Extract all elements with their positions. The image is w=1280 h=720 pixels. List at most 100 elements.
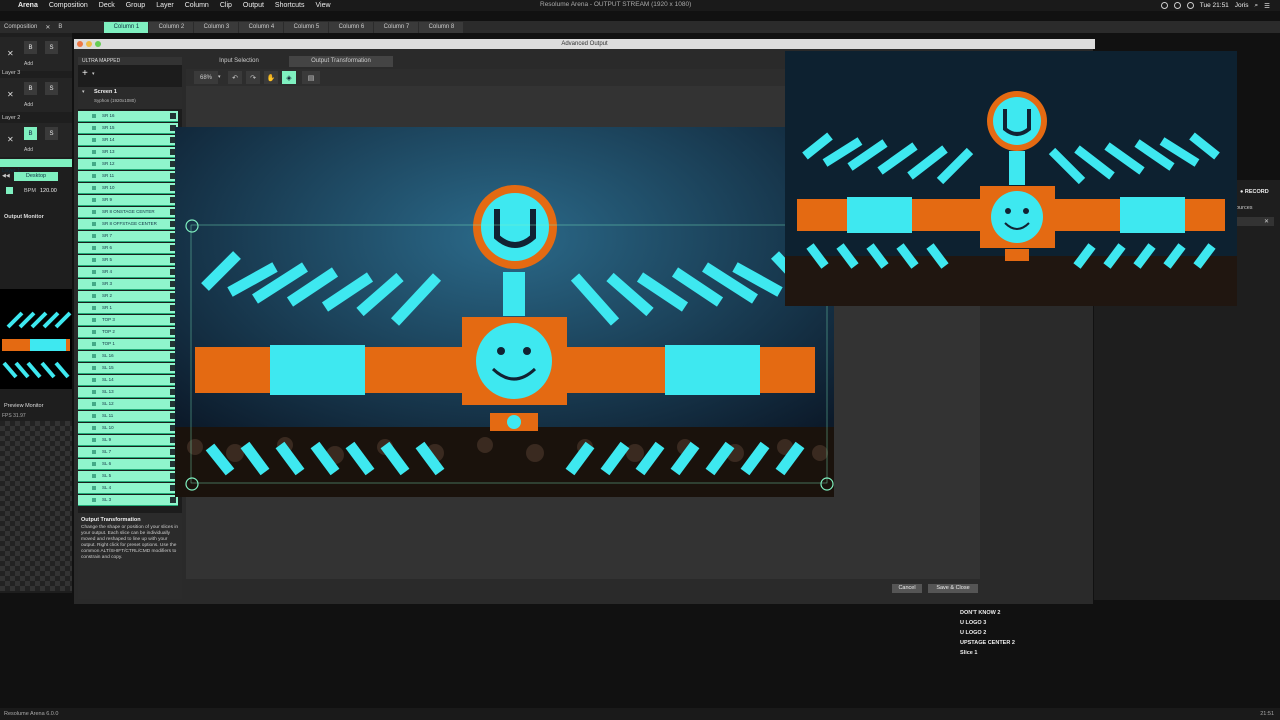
- desktop-clip[interactable]: Desktop: [14, 172, 58, 181]
- slice-visibility-icon[interactable]: [92, 306, 96, 310]
- slice-visibility-icon[interactable]: [92, 150, 96, 154]
- slice-visibility-icon[interactable]: [92, 198, 96, 202]
- search-icon[interactable]: ⌕: [1255, 2, 1259, 10]
- column-5-button[interactable]: Column 5: [284, 21, 329, 33]
- menu-view[interactable]: View: [315, 2, 330, 9]
- layer-bypass-button[interactable]: B: [24, 82, 37, 95]
- layer-solo-button[interactable]: S: [45, 41, 58, 54]
- list-item[interactable]: U LOGO 3: [960, 620, 1090, 630]
- slice-item[interactable]: SR 8 OFFSTAGE CENTER: [78, 219, 178, 230]
- slice-visibility-icon[interactable]: [92, 258, 96, 262]
- slice-item[interactable]: SR 5: [78, 255, 178, 266]
- layer-add-label[interactable]: Add: [24, 102, 33, 108]
- zoom-window-icon[interactable]: [95, 41, 101, 47]
- output-preview-window[interactable]: [785, 51, 1237, 306]
- user-name[interactable]: Joris: [1235, 2, 1249, 9]
- slice-toggle-icon[interactable]: [170, 497, 176, 503]
- slice-item[interactable]: TOP 2: [78, 327, 178, 338]
- layer-1-bar[interactable]: Layer 1: [0, 159, 72, 174]
- slice-visibility-icon[interactable]: [92, 138, 96, 142]
- slice-visibility-icon[interactable]: [92, 354, 96, 358]
- column-3-button[interactable]: Column 3: [194, 21, 239, 33]
- menu-app[interactable]: Arena: [18, 2, 38, 9]
- slice-item[interactable]: SL 4: [78, 483, 178, 494]
- slice-visibility-icon[interactable]: [92, 402, 96, 406]
- list-item[interactable]: U LOGO 2: [960, 630, 1090, 640]
- clock[interactable]: Tue 21:51: [1200, 2, 1229, 9]
- save-close-button[interactable]: Save & Close: [928, 584, 978, 593]
- screen-expand-icon[interactable]: ▾: [82, 89, 85, 95]
- grid-menu-icon[interactable]: ▤: [302, 71, 320, 84]
- slice-visibility-icon[interactable]: [92, 234, 96, 238]
- list-item[interactable]: Slice 1: [960, 650, 1090, 660]
- menu-clip[interactable]: Clip: [220, 2, 232, 9]
- slice-visibility-icon[interactable]: [92, 486, 96, 490]
- slice-item[interactable]: SR 2: [78, 291, 178, 302]
- undo-icon[interactable]: ↶: [228, 71, 242, 84]
- layer-add-label[interactable]: Add: [24, 147, 33, 153]
- battery-icon[interactable]: [1186, 2, 1194, 9]
- slice-item[interactable]: SL 15: [78, 363, 178, 374]
- zoom-select[interactable]: 68%: [194, 71, 218, 84]
- slice-item[interactable]: SR 1: [78, 303, 178, 314]
- slice-item[interactable]: SL 10: [78, 423, 178, 434]
- chevron-down-icon[interactable]: ▾: [92, 71, 95, 77]
- layer-close-button[interactable]: ✕: [7, 90, 14, 99]
- slice-visibility-icon[interactable]: [92, 126, 96, 130]
- slice-item[interactable]: SR 14: [78, 135, 178, 146]
- slice-visibility-icon[interactable]: [92, 270, 96, 274]
- slice-visibility-icon[interactable]: [92, 342, 96, 346]
- close-icon[interactable]: ✕: [1264, 218, 1269, 225]
- slice-item[interactable]: SR 9: [78, 195, 178, 206]
- comp-b-button[interactable]: B: [54, 24, 66, 30]
- menu-layer[interactable]: Layer: [156, 2, 174, 9]
- slice-visibility-icon[interactable]: [92, 390, 96, 394]
- layer-solo-button[interactable]: S: [45, 82, 58, 95]
- slice-item[interactable]: SL 3: [78, 495, 178, 506]
- slice-visibility-icon[interactable]: [92, 210, 96, 214]
- list-item[interactable]: DON'T KNOW 2: [960, 610, 1090, 620]
- layer-solo-button[interactable]: S: [45, 127, 58, 140]
- menu-composition[interactable]: Composition: [49, 2, 88, 9]
- slice-visibility-icon[interactable]: [92, 462, 96, 466]
- slice-item[interactable]: SR 8 ONSTAGE CENTER: [78, 207, 178, 218]
- slice-item[interactable]: SL 6: [78, 459, 178, 470]
- tap-icon[interactable]: [6, 187, 13, 194]
- slice-visibility-icon[interactable]: [92, 162, 96, 166]
- slice-visibility-icon[interactable]: [92, 282, 96, 286]
- slice-item[interactable]: SR 11: [78, 171, 178, 182]
- layer-close-button[interactable]: ✕: [7, 135, 14, 144]
- slice-visibility-icon[interactable]: [92, 378, 96, 382]
- slice-item[interactable]: SL 12: [78, 399, 178, 410]
- slice-item[interactable]: SR 4: [78, 267, 178, 278]
- hand-icon[interactable]: ✋: [264, 71, 278, 84]
- redo-icon[interactable]: ↷: [246, 71, 260, 84]
- close-window-icon[interactable]: [77, 41, 83, 47]
- comp-close-button[interactable]: ✕: [41, 24, 54, 31]
- layer-close-button[interactable]: ✕: [7, 49, 14, 58]
- menu-icon[interactable]: ☰: [1264, 2, 1270, 10]
- chevron-down-icon[interactable]: ▾: [218, 74, 221, 80]
- slice-visibility-icon[interactable]: [92, 438, 96, 442]
- column-6-button[interactable]: Column 6: [329, 21, 374, 33]
- slice-item[interactable]: SR 16: [78, 111, 178, 122]
- column-2-button[interactable]: Column 2: [149, 21, 194, 33]
- layer-add-label[interactable]: Add: [24, 61, 33, 67]
- slice-item[interactable]: SL 9: [78, 435, 178, 446]
- slice-item[interactable]: SL 11: [78, 411, 178, 422]
- slice-item[interactable]: SL 13: [78, 387, 178, 398]
- status-icon[interactable]: [1160, 2, 1168, 9]
- slice-item[interactable]: TOP 3: [78, 315, 178, 326]
- slice-visibility-icon[interactable]: [92, 450, 96, 454]
- slice-item[interactable]: TOP 1: [78, 339, 178, 350]
- transform-tool-icon[interactable]: ◈: [282, 71, 296, 84]
- slice-visibility-icon[interactable]: [92, 426, 96, 430]
- slice-visibility-icon[interactable]: [92, 498, 96, 502]
- slice-visibility-icon[interactable]: [92, 246, 96, 250]
- menu-group[interactable]: Group: [126, 2, 145, 9]
- menu-column[interactable]: Column: [185, 2, 209, 9]
- slice-item[interactable]: SL 14: [78, 375, 178, 386]
- slice-item[interactable]: SR 13: [78, 147, 178, 158]
- slice-visibility-icon[interactable]: [92, 222, 96, 226]
- slice-item[interactable]: SR 10: [78, 183, 178, 194]
